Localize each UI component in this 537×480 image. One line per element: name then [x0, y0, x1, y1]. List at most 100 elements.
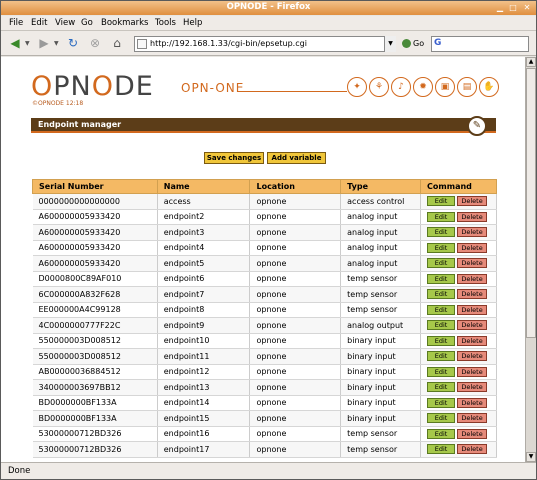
edit-button[interactable]: Edit — [427, 428, 456, 439]
menu-view[interactable]: View — [55, 18, 75, 28]
message-icon[interactable]: ▤ — [457, 77, 477, 97]
back-dropdown-icon[interactable]: ▼ — [25, 40, 30, 47]
menu-bookmarks[interactable]: Bookmarks — [101, 18, 149, 28]
delete-button[interactable]: Delete — [457, 397, 488, 408]
search-input[interactable]: G — [431, 36, 529, 52]
command-cell: Edit Delete — [420, 364, 497, 380]
serial-cell: 550000003D008512 — [32, 348, 158, 365]
gear-icon[interactable]: ✹ — [413, 77, 433, 97]
close-icon[interactable]: ✕ — [522, 3, 532, 13]
lightbulb-icon[interactable]: ✦ — [347, 77, 367, 97]
network-icon[interactable]: ⚘ — [369, 77, 389, 97]
lock-icon[interactable]: ▣ — [435, 77, 455, 97]
edit-button[interactable]: Edit — [427, 227, 456, 238]
name-cell: endpoint6 — [157, 271, 251, 287]
home-icon[interactable]: ⌂ — [109, 35, 125, 51]
command-cell: Edit Delete — [420, 240, 497, 256]
delete-button[interactable]: Delete — [457, 335, 488, 346]
edit-button[interactable]: Edit — [427, 196, 456, 207]
edit-button[interactable]: Edit — [427, 382, 456, 393]
table-row: 53000000712BD326 endpoint17 opnone temp sen… — [32, 441, 497, 458]
edit-button[interactable]: Edit — [427, 242, 456, 253]
delete-button[interactable]: Delete — [457, 382, 488, 393]
address-url: http://192.168.1.33/cgi-bin/epsetup.cgi — [150, 39, 307, 48]
delete-button[interactable]: Delete — [457, 289, 488, 300]
address-bar[interactable]: http://192.168.1.33/cgi-bin/epsetup.cgi — [134, 36, 396, 52]
location-cell: opnone — [249, 271, 342, 287]
scroll-up-icon[interactable]: ▲ — [526, 57, 536, 67]
forward-dropdown-icon[interactable]: ▼ — [54, 40, 59, 47]
stop-icon[interactable]: ⊗ — [87, 35, 103, 51]
vertical-scrollbar[interactable]: ▲ ▼ — [525, 57, 536, 462]
edit-button[interactable]: Edit — [427, 211, 456, 222]
table-row: 550000003D008512 endpoint11 opnone binary i… — [32, 348, 497, 365]
edit-button[interactable]: Edit — [427, 289, 456, 300]
delete-button[interactable]: Delete — [457, 227, 488, 238]
page-favicon-icon — [137, 39, 147, 49]
save-changes-button[interactable]: Save changes — [204, 152, 264, 164]
command-cell: Edit Delete — [420, 193, 497, 210]
edit-button[interactable]: Edit — [427, 304, 456, 315]
delete-button[interactable]: Delete — [457, 304, 488, 315]
scroll-down-icon[interactable]: ▼ — [526, 452, 536, 462]
name-cell: endpoint15 — [157, 410, 251, 427]
name-cell: endpoint16 — [157, 426, 251, 442]
menu-go[interactable]: Go — [81, 18, 93, 28]
delete-button[interactable]: Delete — [457, 444, 488, 455]
edit-button[interactable]: Edit — [427, 320, 456, 331]
col-command: Command — [420, 179, 497, 194]
edit-button[interactable]: Edit — [427, 413, 456, 424]
edit-button[interactable]: Edit — [427, 351, 456, 362]
name-cell: endpoint4 — [157, 240, 251, 256]
address-dropdown-icon[interactable]: ▼ — [384, 36, 396, 52]
edit-button[interactable]: Edit — [427, 335, 456, 346]
forward-arrow-icon[interactable]: ▶ — [36, 35, 52, 51]
table-row: 6C000000A832F628 endpoint7 opnone temp sens… — [32, 286, 497, 303]
back-arrow-icon[interactable]: ◀ — [7, 35, 23, 51]
scroll-thumb[interactable] — [526, 68, 536, 338]
edit-button[interactable]: Edit — [427, 366, 456, 377]
location-cell: opnone — [249, 379, 342, 396]
name-cell: endpoint10 — [157, 333, 251, 349]
decorative-line — [239, 91, 347, 92]
menu-tools[interactable]: Tools — [155, 18, 176, 28]
delete-button[interactable]: Delete — [457, 428, 488, 439]
add-variable-button[interactable]: Add variable — [267, 152, 326, 164]
delete-button[interactable]: Delete — [457, 351, 488, 362]
status-text: Done — [8, 466, 31, 476]
go-button[interactable]: Go — [402, 37, 430, 51]
menu-file[interactable]: File — [9, 18, 23, 28]
menu-help[interactable]: Help — [183, 18, 202, 28]
delete-button[interactable]: Delete — [457, 258, 488, 269]
serial-cell: BD0000000BF133A — [32, 410, 158, 427]
edit-button[interactable]: Edit — [427, 258, 456, 269]
type-cell: access control — [340, 193, 422, 210]
location-cell: opnone — [249, 364, 342, 380]
maximize-icon[interactable]: □ — [508, 3, 518, 13]
edit-button[interactable]: Edit — [427, 397, 456, 408]
command-cell: Edit Delete — [420, 395, 497, 411]
name-cell: endpoint9 — [157, 317, 251, 334]
col-type: Type — [340, 179, 422, 194]
section-header: Endpoint manager — [31, 118, 496, 133]
type-cell: binary input — [340, 333, 422, 349]
reload-icon[interactable]: ↻ — [65, 35, 81, 51]
delete-button[interactable]: Delete — [457, 320, 488, 331]
delete-button[interactable]: Delete — [457, 196, 488, 207]
delete-button[interactable]: Delete — [457, 273, 488, 284]
wrench-icon[interactable]: ✎ — [467, 116, 487, 136]
edit-button[interactable]: Edit — [427, 444, 456, 455]
minimize-icon[interactable]: ▁ — [495, 3, 505, 13]
command-cell: Edit Delete — [420, 286, 497, 303]
delete-button[interactable]: Delete — [457, 242, 488, 253]
menu-edit[interactable]: Edit — [31, 18, 47, 28]
serial-cell: A600000005933420 — [32, 255, 158, 272]
command-cell: Edit Delete — [420, 209, 497, 225]
edit-button[interactable]: Edit — [427, 273, 456, 284]
delete-button[interactable]: Delete — [457, 413, 488, 424]
hand-icon[interactable]: ✋ — [479, 77, 499, 97]
delete-button[interactable]: Delete — [457, 211, 488, 222]
delete-button[interactable]: Delete — [457, 366, 488, 377]
bell-icon[interactable]: ♪ — [391, 77, 411, 97]
search-engine-icon[interactable]: G — [434, 38, 441, 48]
